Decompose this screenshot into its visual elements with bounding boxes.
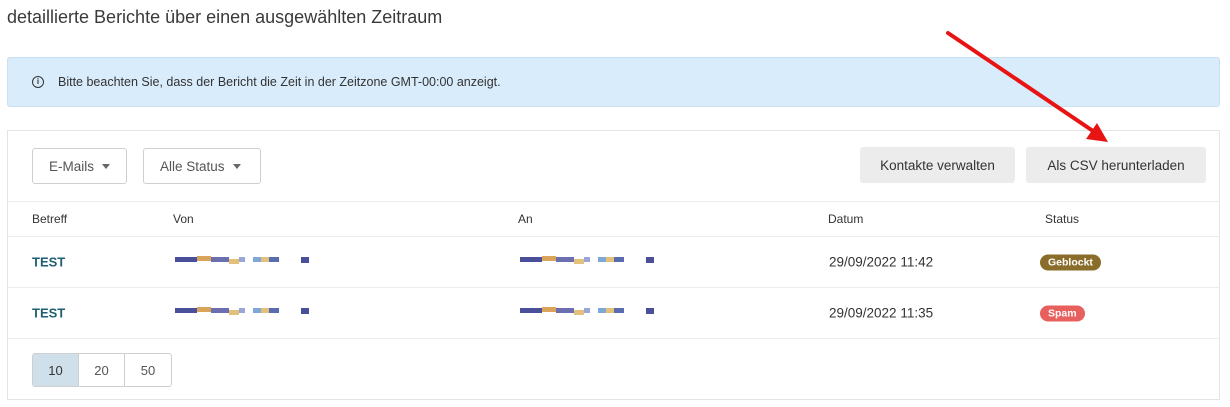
column-header-subject[interactable]: Betreff bbox=[32, 212, 67, 226]
info-icon: i bbox=[32, 76, 44, 88]
page-size-20[interactable]: 20 bbox=[79, 354, 125, 386]
page-size-10[interactable]: 10 bbox=[33, 354, 79, 386]
page-size-50[interactable]: 50 bbox=[125, 354, 171, 386]
status-badge-label: Spam bbox=[1040, 305, 1085, 322]
redacted-sender bbox=[175, 256, 315, 267]
timezone-info-banner: i Bitte beachten Sie, dass der Bericht d… bbox=[7, 57, 1220, 107]
redacted-recipient bbox=[520, 307, 660, 318]
status-badge: Spam bbox=[1040, 305, 1085, 322]
column-header-to[interactable]: An bbox=[518, 212, 533, 226]
table-row[interactable]: TEST 29/09/2022 11:42 Geblockt bbox=[8, 237, 1219, 288]
row-subject[interactable]: TEST bbox=[32, 306, 65, 321]
table-row[interactable]: TEST 29/09/2022 11:35 Spam bbox=[8, 288, 1219, 339]
redacted-recipient bbox=[520, 256, 660, 267]
page-subtitle: detaillierte Berichte über einen ausgewä… bbox=[7, 7, 443, 27]
chevron-down-icon bbox=[232, 163, 241, 169]
table-header: Betreff Von An Datum Status bbox=[8, 201, 1219, 237]
row-subject[interactable]: TEST bbox=[32, 255, 65, 270]
type-filter-dropdown[interactable]: E-Mails bbox=[32, 148, 127, 184]
manage-contacts-button[interactable]: Kontakte verwalten bbox=[860, 147, 1015, 183]
column-header-from[interactable]: Von bbox=[173, 212, 194, 226]
type-filter-label: E-Mails bbox=[49, 158, 95, 174]
redacted-sender bbox=[175, 307, 315, 318]
row-date: 29/09/2022 11:42 bbox=[829, 254, 934, 270]
column-header-status[interactable]: Status bbox=[1045, 212, 1079, 226]
page-size-selector: 10 20 50 bbox=[32, 353, 172, 387]
status-filter-dropdown[interactable]: Alle Status bbox=[143, 148, 261, 184]
row-date: 29/09/2022 11:35 bbox=[829, 305, 934, 321]
chevron-down-icon bbox=[102, 163, 110, 169]
download-csv-button[interactable]: Als CSV herunterladen bbox=[1026, 147, 1206, 183]
status-filter-label: Alle Status bbox=[160, 158, 225, 174]
timezone-info-text: Bitte beachten Sie, dass der Bericht die… bbox=[58, 75, 501, 89]
status-badge-label: Geblockt bbox=[1040, 254, 1101, 271]
status-badge: Geblockt bbox=[1040, 254, 1101, 271]
report-card: E-Mails Alle Status Kontakte verwalten A… bbox=[7, 130, 1220, 400]
column-header-date[interactable]: Datum bbox=[828, 212, 863, 226]
